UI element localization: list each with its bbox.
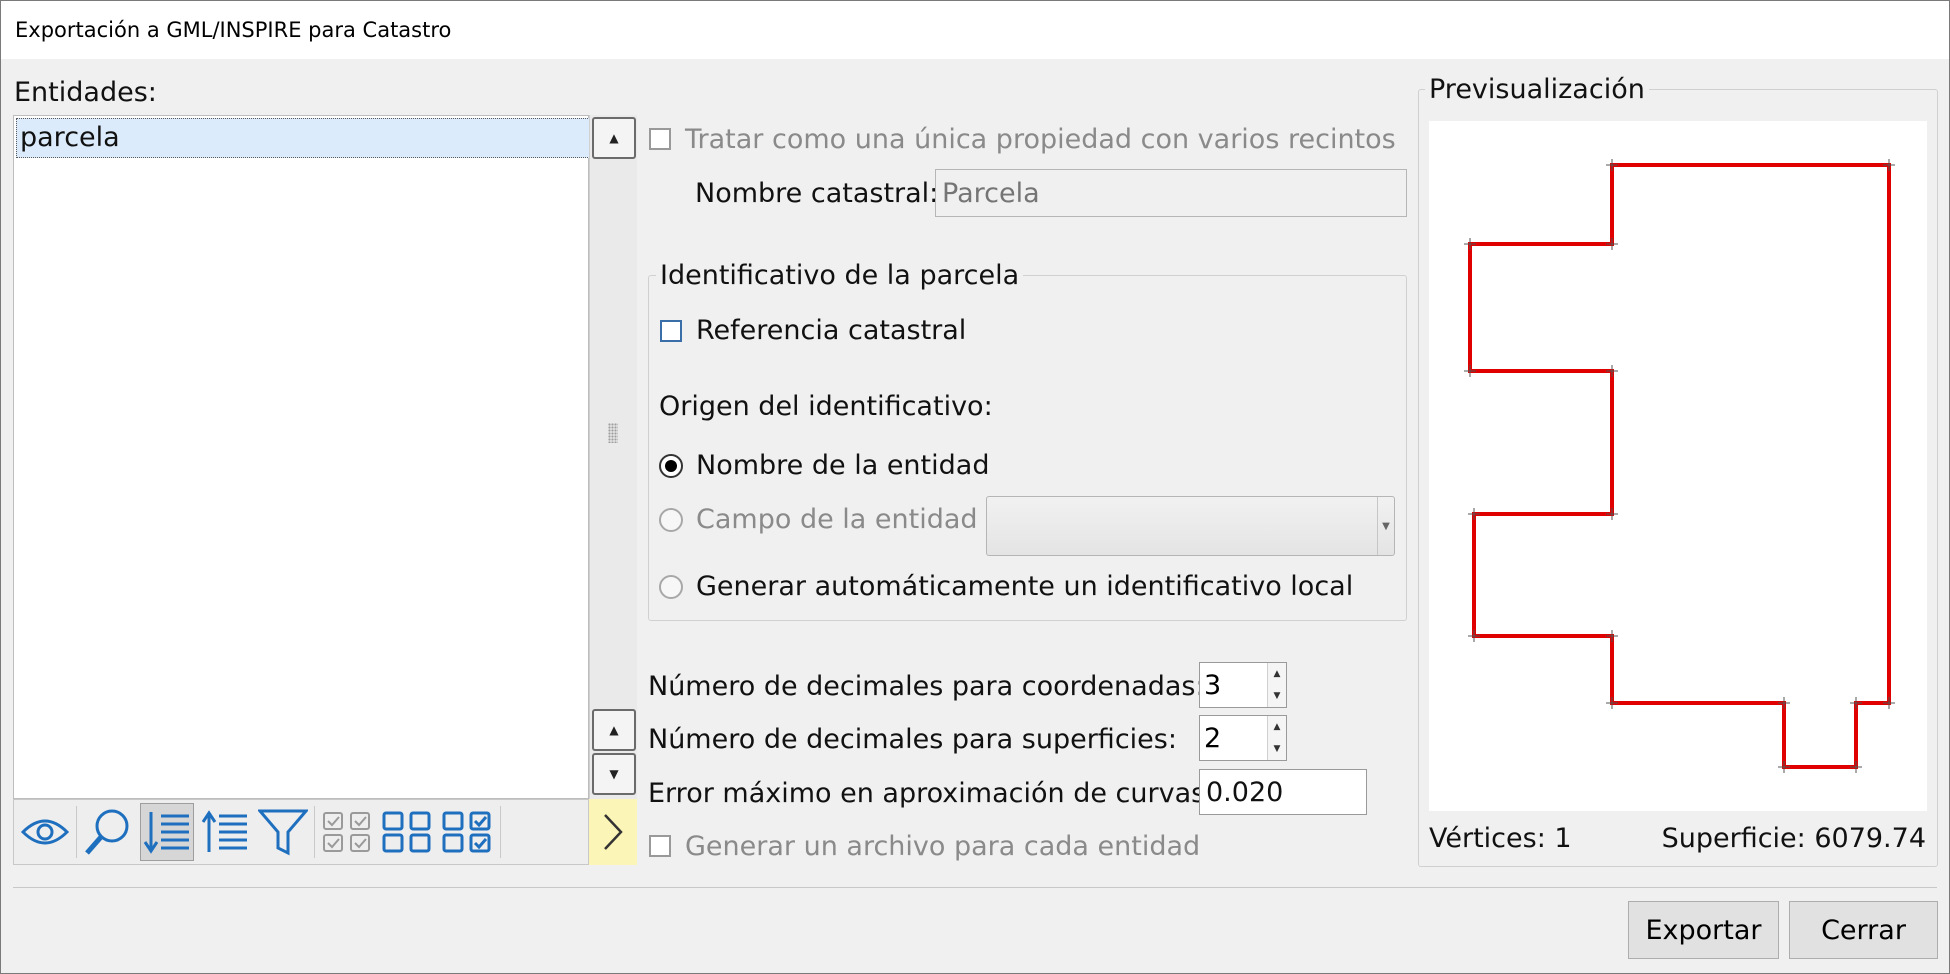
entities-list[interactable]: parcela <box>13 115 590 799</box>
window-title: Exportación a GML/INSPIRE para Catastro <box>15 18 452 42</box>
area-decimals-label: Número de decimales para superficies: <box>648 724 1177 755</box>
chevron-right-icon <box>604 814 623 850</box>
sort-ascending-icon[interactable] <box>198 803 252 861</box>
radio-auto-generate[interactable] <box>659 575 683 599</box>
entities-scrollbar[interactable]: ▲ ▲ ▼ <box>589 115 637 799</box>
single-property-label: Tratar como una única propiedad con vari… <box>685 124 1396 155</box>
radio-auto-generate-label: Generar automáticamente un identificativ… <box>696 571 1354 602</box>
preview-title: Previsualización <box>1425 74 1649 105</box>
file-per-entity-checkbox[interactable] <box>649 835 671 857</box>
parcel-outline <box>1468 163 1891 769</box>
cadastral-name-label: Nombre catastral: <box>695 178 939 209</box>
max-error-input[interactable] <box>1199 769 1367 815</box>
cadastral-name-input[interactable] <box>935 169 1407 217</box>
filter-icon[interactable] <box>256 803 310 861</box>
invert-check-icon[interactable] <box>440 803 496 861</box>
eye-icon[interactable] <box>18 803 72 861</box>
page-up-button[interactable]: ▲ <box>592 709 636 751</box>
cadastral-reference-label: Referencia catastral <box>696 315 967 346</box>
preview-canvas <box>1429 121 1927 811</box>
area-decimals-spinbox[interactable]: ▲ ▼ <box>1199 715 1287 761</box>
expand-panel-button[interactable] <box>589 799 637 865</box>
divider <box>13 887 1937 888</box>
entities-toolbar <box>13 799 589 865</box>
spin-up-button[interactable]: ▲ <box>1267 663 1286 685</box>
sort-descending-icon[interactable] <box>140 803 194 861</box>
chevron-down-icon: ▼ <box>1377 497 1394 555</box>
cadastral-reference-checkbox[interactable] <box>660 320 682 342</box>
radio-entity-name[interactable] <box>659 454 683 478</box>
coord-decimals-label: Número de decimales para coordenadas: <box>648 671 1205 702</box>
radio-entity-name-label: Nombre de la entidad <box>696 450 990 481</box>
scroll-up-button[interactable]: ▲ <box>592 117 636 159</box>
scroll-grip-icon <box>608 423 618 443</box>
check-all-icon[interactable] <box>320 803 376 861</box>
entity-field-combobox[interactable]: ▼ <box>986 496 1395 556</box>
parcel-polygon <box>1464 159 1895 773</box>
spin-down-button[interactable]: ▼ <box>1267 738 1286 760</box>
list-item[interactable]: parcela <box>16 118 590 158</box>
area-decimals-input[interactable] <box>1200 716 1274 760</box>
vertex-markers <box>1464 159 1895 773</box>
page-down-button[interactable]: ▼ <box>592 753 636 795</box>
radio-entity-field[interactable] <box>659 508 683 532</box>
radio-entity-field-label: Campo de la entidad <box>696 504 978 535</box>
identifier-group-title: Identificativo de la parcela <box>656 260 1024 291</box>
zoom-icon[interactable] <box>80 803 134 861</box>
export-button[interactable]: Exportar <box>1628 901 1779 959</box>
uncheck-all-icon[interactable] <box>380 803 436 861</box>
spin-up-button[interactable]: ▲ <box>1267 716 1286 738</box>
close-button[interactable]: Cerrar <box>1789 901 1938 959</box>
coord-decimals-spinbox[interactable]: ▲ ▼ <box>1199 662 1287 708</box>
max-error-label: Error máximo en aproximación de curvas: <box>648 778 1215 809</box>
vertices-count: Vértices: 1 <box>1429 823 1572 854</box>
entities-label: Entidades: <box>14 77 157 108</box>
spin-down-button[interactable]: ▼ <box>1267 685 1286 707</box>
file-per-entity-label: Generar un archivo para cada entidad <box>685 831 1201 862</box>
origin-label: Origen del identificativo: <box>659 391 993 422</box>
coord-decimals-input[interactable] <box>1200 663 1274 707</box>
single-property-checkbox[interactable] <box>649 128 671 150</box>
title-bar: Exportación a GML/INSPIRE para Catastro <box>1 1 1949 59</box>
export-dialog: Exportación a GML/INSPIRE para Catastro … <box>0 0 1950 974</box>
area-value: Superficie: 6079.74 <box>1661 823 1926 854</box>
